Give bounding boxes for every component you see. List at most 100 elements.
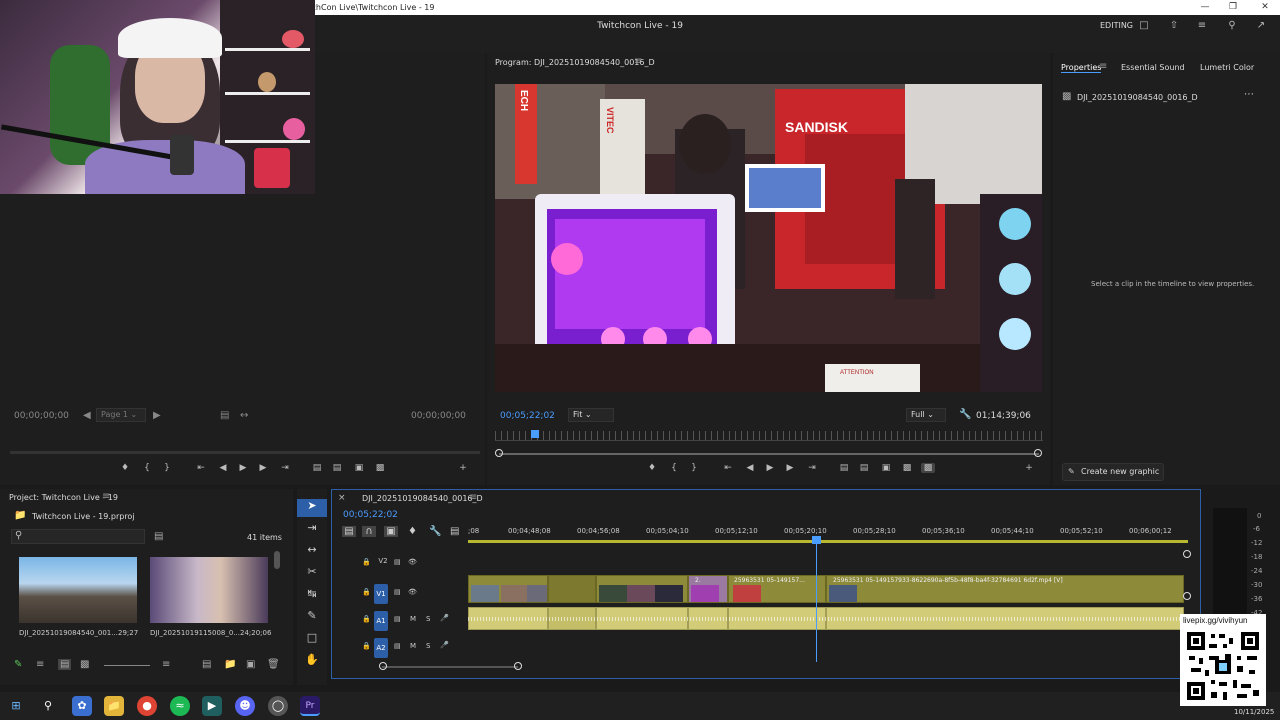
insert-icon[interactable]: ▤: [310, 463, 324, 473]
sync-icon[interactable]: ▤: [394, 588, 401, 596]
streamlabs-icon[interactable]: ▶: [202, 696, 222, 716]
program-menu-icon[interactable]: ≡: [634, 56, 642, 67]
multi-cam-icon[interactable]: ▩: [921, 463, 935, 473]
copilot-icon[interactable]: ✿: [72, 696, 92, 716]
trash-icon[interactable]: 🗑: [267, 659, 280, 670]
comparison-icon[interactable]: ▩: [900, 463, 914, 473]
mute-button[interactable]: M: [410, 615, 416, 623]
timeline-timecode[interactable]: 00;05;22;02: [343, 510, 398, 520]
close-window-button[interactable]: ✕: [1250, 0, 1280, 15]
lock-icon[interactable]: 🔒: [362, 558, 371, 566]
snap-icon[interactable]: ∩: [362, 526, 376, 537]
search-icon[interactable]: ⚲: [38, 696, 58, 716]
scrubber-left-handle[interactable]: [495, 449, 503, 457]
track-label-a2[interactable]: A2: [374, 638, 388, 658]
overwrite-icon[interactable]: ▤: [330, 463, 344, 473]
share-icon[interactable]: ⇧: [1168, 20, 1180, 31]
razor-tool-icon[interactable]: ✂: [297, 565, 327, 583]
mic-icon[interactable]: 🎤: [440, 614, 449, 622]
rectangle-tool-icon[interactable]: □: [297, 631, 327, 649]
automate-icon[interactable]: ▤: [202, 659, 211, 670]
track-label-v1[interactable]: V1: [374, 584, 388, 604]
program-scrubber[interactable]: [499, 453, 1039, 455]
go-to-out-icon[interactable]: ⇥: [805, 463, 819, 473]
windows-start-icon[interactable]: ⊞: [6, 696, 26, 716]
video-clip[interactable]: 2.: [688, 575, 728, 603]
in-point-icon[interactable]: {: [667, 463, 681, 473]
sequence-tab[interactable]: DJI_20251019084540_0016_D: [362, 494, 483, 503]
sync-icon[interactable]: ▤: [394, 558, 401, 566]
project-menu-icon[interactable]: ≡: [102, 491, 110, 502]
marker-icon[interactable]: ♦: [645, 463, 659, 473]
wrench-icon[interactable]: 🔧: [959, 409, 971, 420]
video-clip[interactable]: [596, 575, 688, 603]
video-clip[interactable]: 25963531 05-149157...: [728, 575, 826, 603]
pen-tool-icon[interactable]: ✎: [297, 609, 327, 627]
eye-icon[interactable]: 👁: [408, 588, 417, 596]
program-ruler[interactable]: [495, 431, 1043, 441]
step-back-icon[interactable]: ◀: [743, 463, 757, 473]
track-select-icon[interactable]: ⇥: [297, 521, 327, 539]
go-to-in-icon[interactable]: ⇤: [194, 463, 208, 473]
zoom-slider[interactable]: [104, 665, 150, 666]
timeline-zoom-bar[interactable]: [382, 666, 518, 668]
add-button-icon[interactable]: +: [456, 463, 470, 473]
ripple-edit-icon[interactable]: ↔: [297, 543, 327, 561]
page-select[interactable]: Page 1 ⌄: [96, 408, 146, 422]
prev-page-icon[interactable]: ◀: [83, 410, 91, 421]
new-bin-icon[interactable]: ▤: [154, 531, 163, 542]
chrome-icon[interactable]: ●: [137, 696, 157, 716]
hand-tool-icon[interactable]: ✋: [297, 653, 327, 671]
program-playhead[interactable]: [531, 430, 539, 438]
timeline-playhead[interactable]: [816, 538, 817, 662]
go-to-in-icon[interactable]: ⇤: [721, 463, 735, 473]
video-clip[interactable]: [548, 575, 596, 603]
track-label-a1[interactable]: A1: [374, 611, 388, 631]
source-scrubber[interactable]: [10, 451, 480, 454]
zoom-left-handle[interactable]: [379, 662, 387, 670]
project-scrollbar[interactable]: [274, 551, 280, 569]
export-frame-icon[interactable]: ▣: [352, 463, 366, 473]
sort-icon[interactable]: ≡: [162, 659, 170, 670]
add-button-icon[interactable]: +: [1022, 463, 1036, 473]
new-bin-footer-icon[interactable]: 📁: [224, 659, 236, 670]
source-fit-icon[interactable]: ↔: [240, 410, 248, 421]
discord-icon[interactable]: ☻: [235, 696, 255, 716]
spotify-icon[interactable]: ≈: [170, 696, 190, 716]
project-thumbnail-2[interactable]: [150, 557, 268, 623]
zoom-right-handle[interactable]: [514, 662, 522, 670]
properties-menu-icon[interactable]: ≡: [1099, 61, 1107, 72]
lock-icon[interactable]: 🔒: [362, 588, 371, 596]
next-page-icon[interactable]: ▶: [153, 410, 161, 421]
sync-icon[interactable]: ▤: [394, 615, 401, 623]
premiere-taskbar-icon[interactable]: Pr: [300, 696, 320, 716]
timeline-ruler[interactable]: ;08 00;04;48;08 00;04;56;08 00;05;04;10 …: [468, 526, 1188, 543]
work-area-bar[interactable]: [468, 540, 1188, 543]
mute-button[interactable]: M: [410, 642, 416, 650]
close-sequence-icon[interactable]: ×: [338, 493, 346, 503]
out-point-icon[interactable]: }: [687, 463, 701, 473]
go-to-out-icon[interactable]: ⇥: [278, 463, 292, 473]
step-back-icon[interactable]: ◀: [216, 463, 230, 473]
lock-icon[interactable]: 🔒: [362, 615, 371, 623]
slip-tool-icon[interactable]: ↹: [297, 587, 327, 605]
video-clip[interactable]: [468, 575, 548, 603]
track-label-v2[interactable]: V2: [376, 557, 390, 565]
menu-icon[interactable]: ≡: [1196, 20, 1208, 31]
project-thumbnail-1[interactable]: [19, 557, 137, 623]
program-monitor-title[interactable]: Program: DJI_20251019084540_0016_D: [495, 58, 655, 67]
step-forward-icon[interactable]: ▶: [256, 463, 270, 473]
captions-icon[interactable]: ▤: [450, 526, 459, 537]
fullscreen-icon[interactable]: ↗: [1255, 20, 1267, 31]
selection-tool-icon[interactable]: ➤: [297, 499, 327, 517]
mic-icon[interactable]: 🎤: [440, 641, 449, 649]
out-point-icon[interactable]: }: [160, 463, 174, 473]
compare-icon[interactable]: ▩: [373, 463, 387, 473]
extract-icon[interactable]: ▤: [857, 463, 871, 473]
step-forward-icon[interactable]: ▶: [783, 463, 797, 473]
quality-select[interactable]: Full ⌄: [906, 408, 946, 422]
tab-essential-sound[interactable]: Essential Sound: [1121, 63, 1185, 72]
track-scroll-handle[interactable]: [1183, 550, 1191, 558]
create-graphic-button[interactable]: ✎ Create new graphic: [1062, 463, 1164, 481]
solo-button[interactable]: S: [426, 615, 430, 623]
